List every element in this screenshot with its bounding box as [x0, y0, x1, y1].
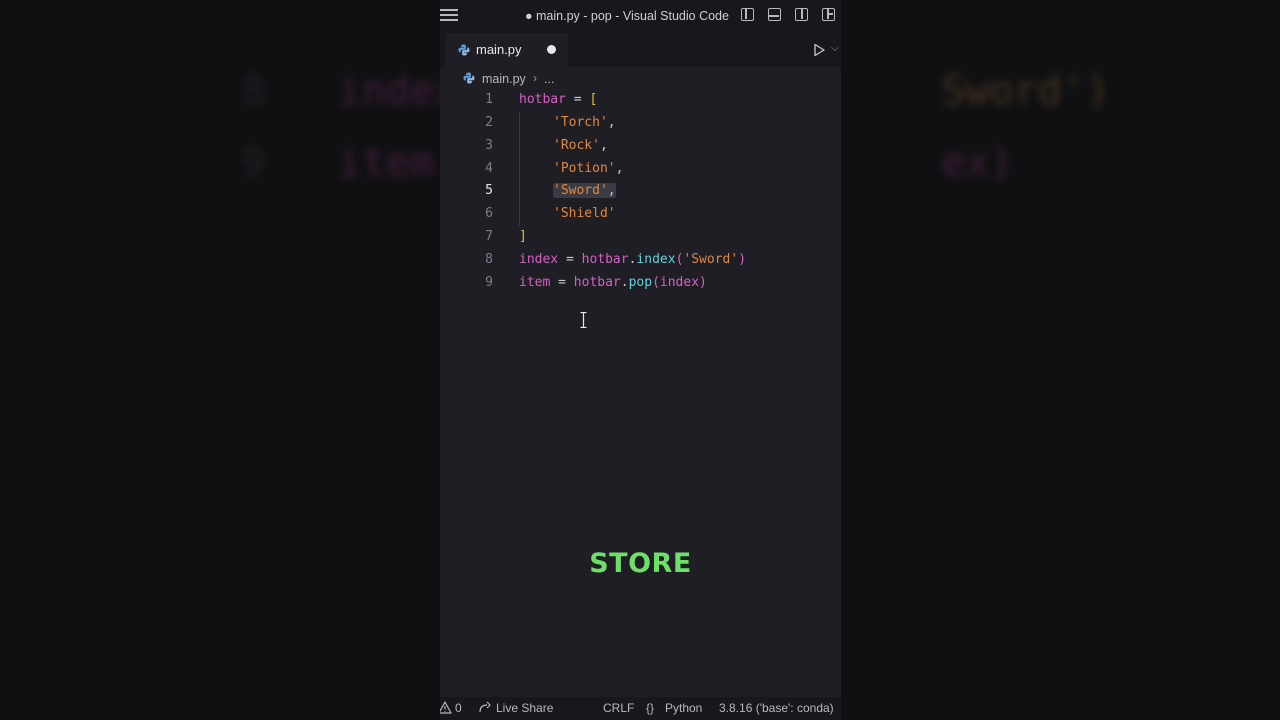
code-text: 'Shield' [553, 206, 616, 221]
line-number: 7 [485, 229, 493, 244]
background-dim-left [0, 0, 440, 720]
code-line[interactable]: 9 item = hotbar.pop(index) [440, 273, 841, 295]
caption-overlay: STORE [589, 548, 692, 579]
code-line[interactable]: 6 'Shield' [440, 204, 841, 226]
token-function: index [636, 252, 676, 267]
chevron-down-icon[interactable]: ⌵ [831, 43, 839, 54]
customize-layout-icon[interactable] [822, 8, 835, 21]
token-variable: hotbar [581, 252, 629, 267]
code-editor[interactable]: 1 hotbar = [ 2 'Torch', 3 'Rock', 4 'Pot… [440, 90, 841, 690]
token-variable: index [519, 252, 559, 267]
braces-icon[interactable]: {} [646, 701, 654, 715]
window-title: ● main.py - pop - Visual Studio Code [525, 9, 729, 23]
token-variable: hotbar [519, 92, 566, 107]
vscode-window: ● main.py - pop - Visual Studio Code mai… [440, 0, 841, 720]
token-operator: = [558, 252, 582, 267]
breadcrumb-separator: › [533, 71, 537, 85]
code-text: item = hotbar.pop(index) [519, 275, 707, 290]
code-text: ] [519, 229, 527, 244]
toggle-primary-sidebar-icon[interactable] [741, 8, 754, 21]
unsaved-dot-icon[interactable] [547, 45, 556, 54]
tab-label: main.py [476, 42, 522, 57]
line-number: 6 [485, 206, 493, 221]
token-string: 'Rock' [553, 138, 600, 153]
token-string: 'Torch' [553, 115, 608, 130]
token-paren: ) [738, 252, 747, 267]
python-file-icon [463, 72, 475, 84]
eol-indicator[interactable]: CRLF [603, 701, 634, 715]
token-bracket: [ [589, 92, 598, 107]
warning-icon[interactable] [440, 701, 452, 714]
token-punctuation: . [620, 275, 629, 290]
line-number: 1 [485, 92, 493, 107]
token-string: 'Sword' [553, 183, 608, 198]
token-variable: index [659, 275, 700, 290]
token-variable: item [519, 275, 551, 290]
menu-icon[interactable] [440, 8, 458, 24]
token-punctuation: , [607, 115, 616, 130]
breadcrumb-file[interactable]: main.py [482, 72, 526, 86]
code-line[interactable]: 3 'Rock', [440, 136, 841, 158]
token-variable: hotbar [573, 275, 621, 290]
tab-main-py[interactable]: main.py [446, 33, 568, 67]
code-text: index = hotbar.index('Sword') [519, 252, 746, 267]
run-icon[interactable] [812, 43, 826, 57]
line-number: 2 [485, 115, 493, 130]
code-line[interactable]: 2 'Torch', [440, 113, 841, 135]
token-paren: ) [699, 275, 707, 290]
breadcrumb: main.py › ... [440, 67, 841, 91]
toggle-secondary-sidebar-icon[interactable] [795, 8, 808, 21]
code-text: hotbar = [ [519, 92, 597, 107]
code-line-active[interactable]: 5 'Sword', [440, 181, 841, 203]
code-line[interactable]: 4 'Potion', [440, 159, 841, 181]
code-line[interactable]: 8 index = hotbar.index('Sword') [440, 250, 841, 272]
line-number: 8 [485, 252, 493, 267]
python-file-icon [458, 44, 470, 56]
token-string: 'Potion' [553, 161, 616, 176]
code-text: 'Potion', [553, 161, 623, 176]
token-operator: = [565, 92, 590, 107]
token-operator: = [550, 275, 574, 290]
title-bar: ● main.py - pop - Visual Studio Code [440, 0, 841, 33]
line-number: 9 [485, 275, 493, 290]
breadcrumb-more[interactable]: ... [544, 72, 554, 86]
token-bracket: ] [519, 229, 527, 244]
text-cursor-icon [580, 312, 587, 328]
code-line[interactable]: 1 hotbar = [ [440, 90, 841, 112]
status-bar: 0 Live Share CRLF {} Python 3.8.16 ('bas… [440, 697, 841, 720]
code-text: 'Torch', [553, 115, 616, 130]
token-punctuation: , [599, 138, 608, 153]
token-paren: ( [652, 275, 660, 290]
line-number: 5 [485, 183, 493, 198]
code-line[interactable]: 7 ] [440, 227, 841, 249]
problems-count[interactable]: 0 [455, 701, 462, 715]
tab-bar: main.py ⌵ [440, 33, 841, 67]
live-share-button[interactable]: Live Share [496, 701, 553, 715]
toggle-panel-icon[interactable] [768, 8, 781, 21]
background-dim-right [841, 0, 1280, 720]
token-punctuation: , [607, 183, 616, 198]
token-function: pop [628, 275, 653, 290]
line-number: 4 [485, 161, 493, 176]
live-share-icon[interactable] [478, 701, 492, 714]
token-string: 'Shield' [553, 206, 616, 221]
token-string: 'Sword' [683, 252, 739, 267]
selected-code-text: 'Sword', [553, 183, 616, 198]
line-number: 3 [485, 138, 493, 153]
interpreter-version[interactable]: 3.8.16 ('base': conda) [719, 701, 834, 715]
language-mode[interactable]: Python [665, 701, 702, 715]
token-punctuation: , [615, 161, 624, 176]
code-text: 'Rock', [553, 138, 608, 153]
